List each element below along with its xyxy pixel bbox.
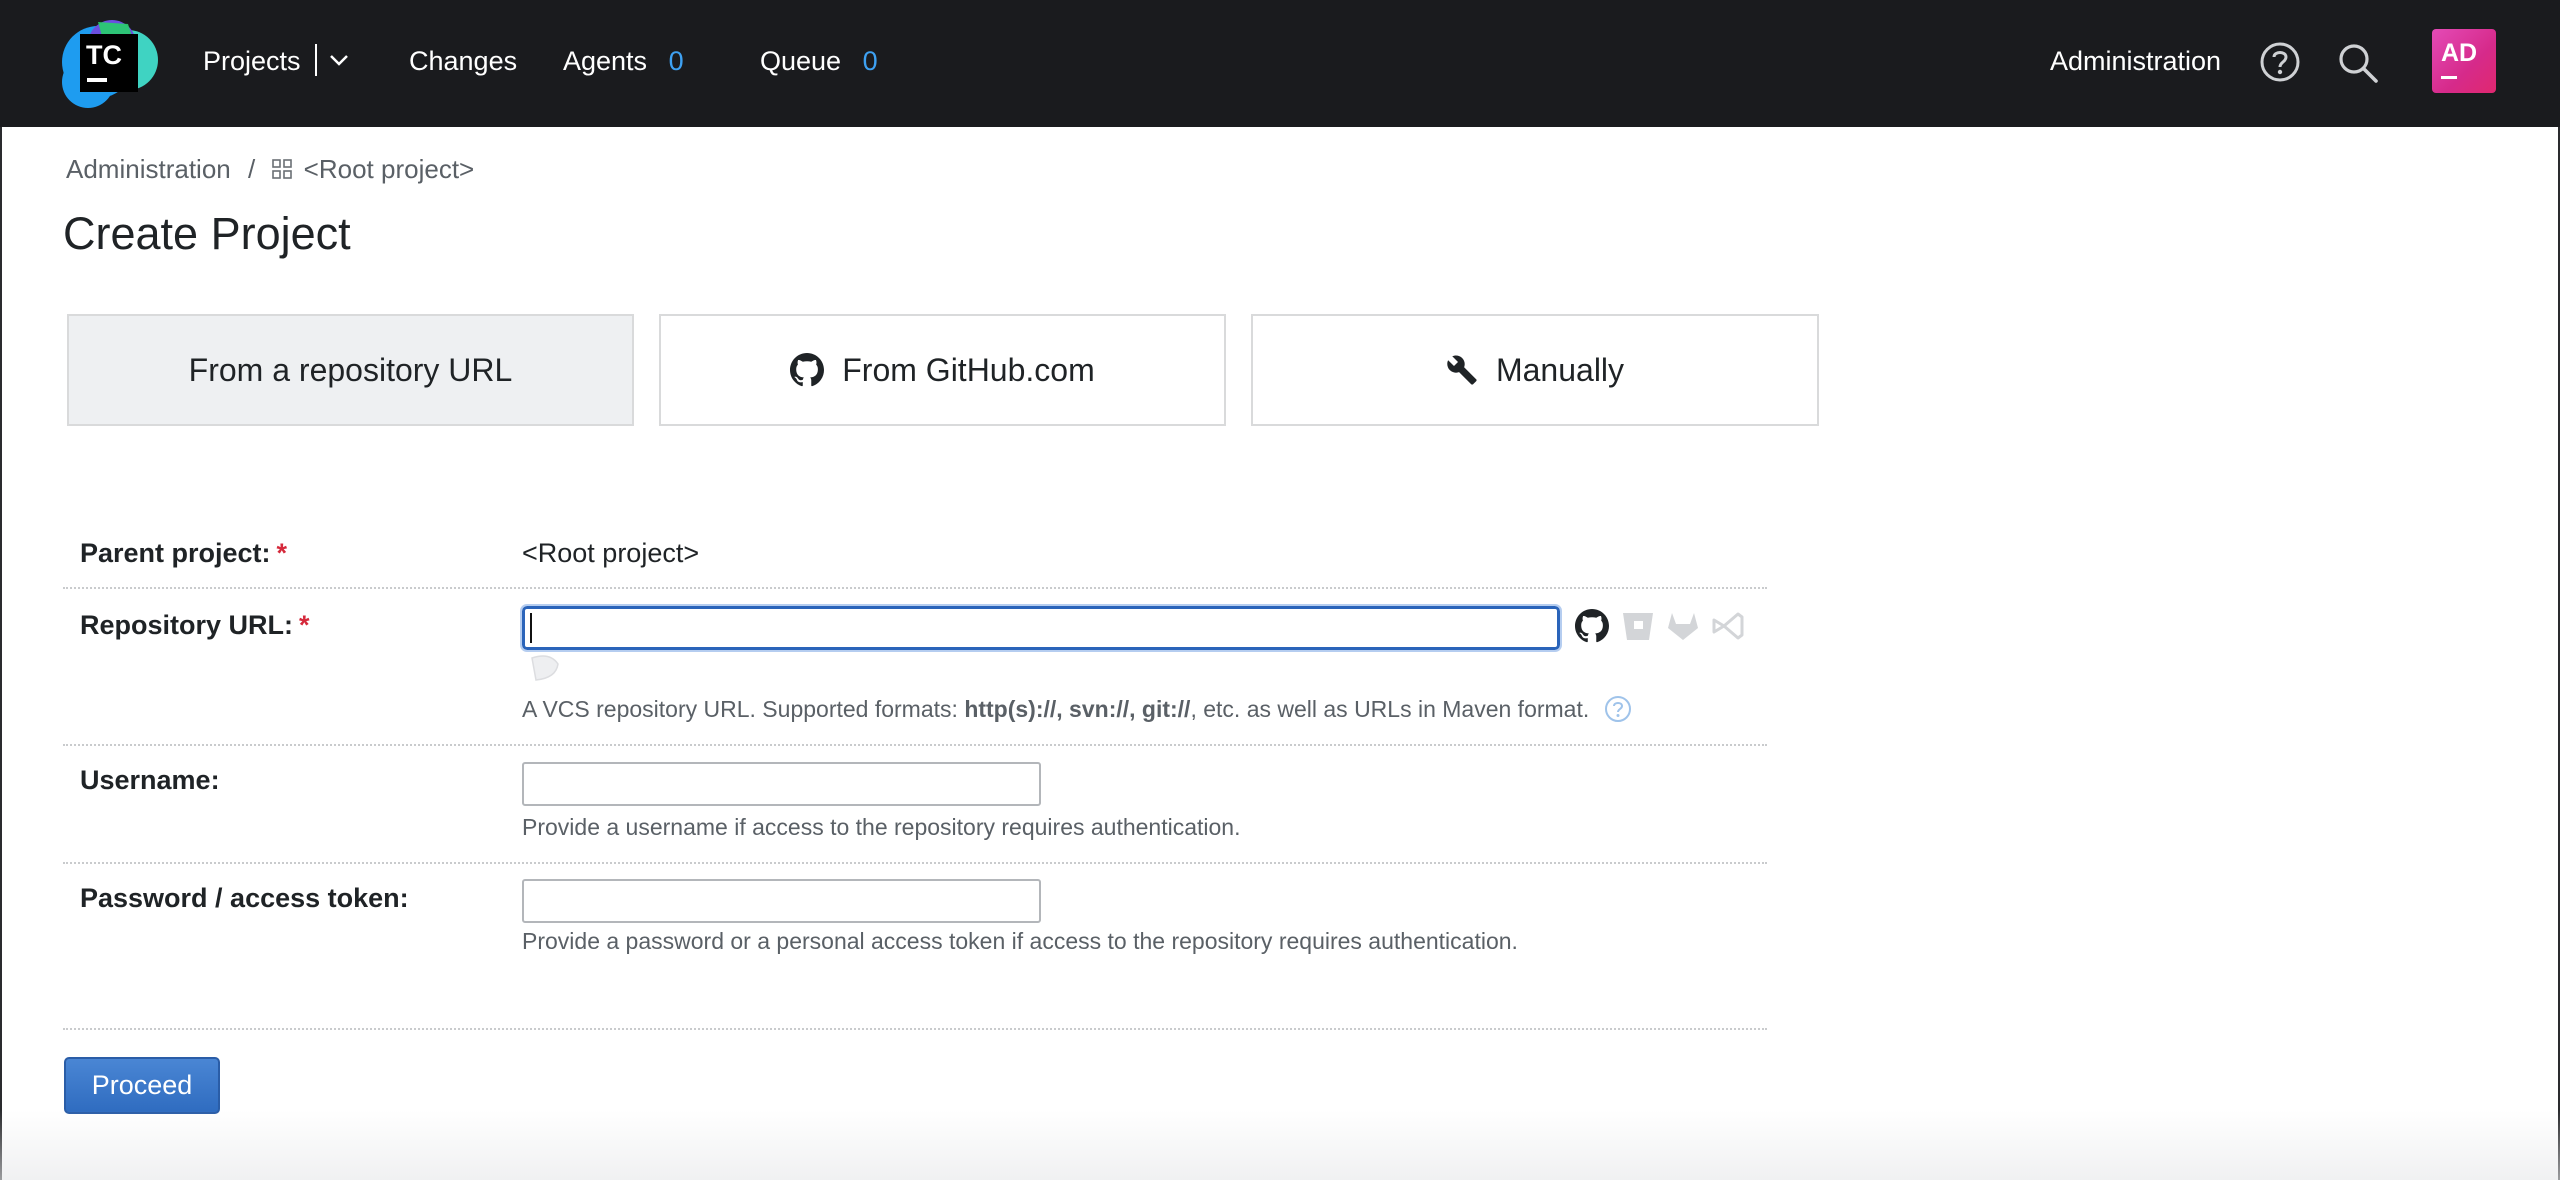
parent-project-label: Parent project: * [80, 536, 287, 570]
breadcrumb-separator: / [247, 154, 256, 184]
password-input[interactable] [522, 879, 1041, 923]
teamcity-logo[interactable]: TC [58, 14, 162, 114]
row-divider [63, 862, 1767, 864]
hint-formats: http(s)://, svn://, git:// [964, 696, 1191, 722]
window-edge [0, 127, 2, 1180]
svg-text:TC: TC [86, 40, 122, 70]
page-title: Create Project [63, 208, 351, 259]
nav-queue[interactable]: Queue 0 [760, 44, 878, 78]
label-text: Repository URL: [80, 610, 294, 640]
required-mark: * [276, 538, 288, 568]
hint-prefix: A VCS repository URL. Supported formats: [522, 696, 965, 722]
breadcrumb-administration[interactable]: Administration [66, 154, 231, 184]
breadcrumb: Administration / <Root project> [66, 152, 474, 186]
tab-label: Manually [1495, 351, 1625, 388]
proceed-button[interactable]: Proceed [64, 1057, 220, 1114]
bottom-shadow [0, 1110, 2560, 1180]
wrench-icon [1447, 355, 1477, 385]
repository-url-input[interactable] [520, 604, 1562, 652]
label-text: Parent project: [80, 538, 271, 568]
nav-queue-label: Queue [760, 46, 842, 76]
username-input[interactable] [522, 762, 1041, 806]
bitbucket-icon[interactable] [1620, 609, 1656, 643]
search-icon[interactable] [2337, 42, 2379, 84]
help-icon[interactable] [2259, 41, 2301, 83]
nav-agents[interactable]: Agents 0 [563, 44, 684, 78]
password-hint: Provide a password or a personal access … [522, 928, 1518, 954]
repository-url-hint: A VCS repository URL. Supported formats:… [522, 694, 1632, 727]
github-icon[interactable] [1575, 609, 1609, 643]
chevron-down-icon[interactable] [329, 53, 349, 67]
required-mark: * [299, 610, 310, 640]
project-grid-icon [272, 159, 293, 179]
username-label: Username: [80, 765, 220, 795]
breadcrumb-root-project[interactable]: <Root project> [304, 154, 475, 184]
nav-changes[interactable]: Changes [409, 44, 517, 78]
repository-url-label: Repository URL: * [80, 608, 310, 642]
avatar-initials: AD [2441, 39, 2478, 67]
nav-projects[interactable]: Projects [203, 44, 301, 78]
azure-devops-icon[interactable] [1710, 609, 1746, 643]
help-icon[interactable] [1604, 695, 1632, 723]
user-avatar[interactable]: AD [2432, 29, 2496, 93]
nav-agents-label: Agents [563, 46, 648, 76]
password-label: Password / access token: [80, 883, 409, 913]
tab-label: From GitHub.com [842, 351, 1095, 388]
resize-handle-icon[interactable] [530, 654, 562, 682]
row-divider [63, 1028, 1767, 1030]
tab-from-repository-url[interactable]: From a repository URL [67, 314, 634, 426]
parent-project-value: <Root project> [522, 538, 700, 568]
top-navigation-bar: TC Projects Changes Agents 0 Queue 0 Adm… [0, 0, 2560, 127]
administration-link[interactable]: Administration [2050, 44, 2221, 78]
tab-manually[interactable]: Manually [1251, 314, 1819, 426]
tab-label: From a repository URL [188, 351, 513, 388]
queue-count: 0 [862, 46, 878, 76]
agents-count: 0 [668, 46, 684, 76]
tab-from-github[interactable]: From GitHub.com [659, 314, 1226, 426]
hint-suffix: , etc. as well as URLs in Maven format. [1190, 696, 1590, 722]
gitlab-icon[interactable] [1665, 609, 1701, 643]
text-cursor [530, 613, 532, 643]
username-hint: Provide a username if access to the repo… [522, 814, 1241, 840]
row-divider [63, 587, 1767, 589]
github-icon [790, 353, 825, 387]
nav-divider [315, 44, 317, 76]
row-divider [63, 744, 1767, 746]
